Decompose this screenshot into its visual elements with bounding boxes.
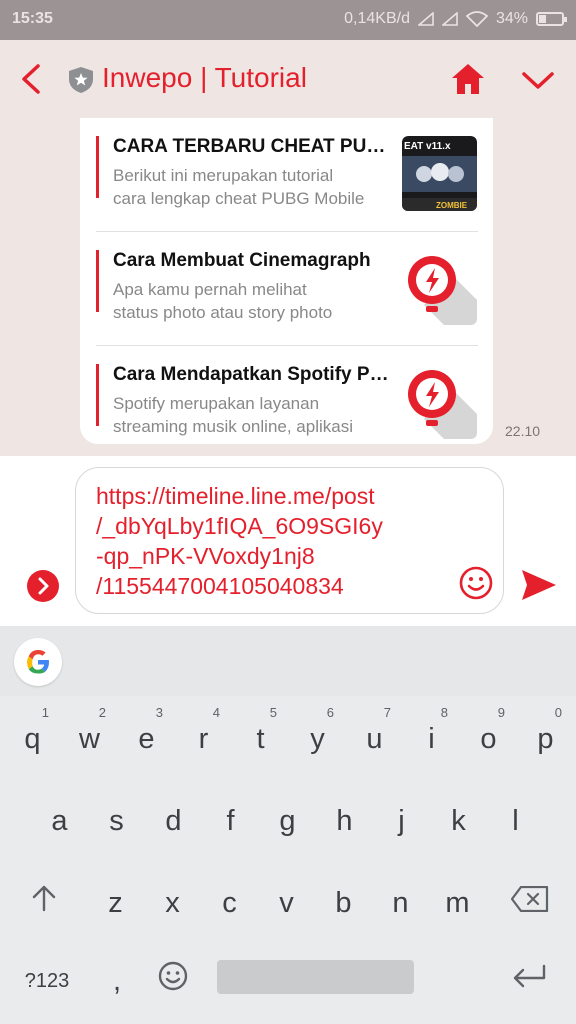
emoji-icon[interactable] (458, 565, 494, 601)
article-title: CARA TERBARU CHEAT PUBG MOBILE (113, 136, 391, 157)
official-shield-icon (69, 67, 93, 93)
key-hint: 2 (98, 705, 106, 720)
key-s[interactable]: s (88, 784, 145, 854)
article-description: Apa kamu pernah melihat status photo ata… (113, 280, 333, 322)
send-icon[interactable] (520, 566, 558, 604)
backspace-icon[interactable] (511, 886, 549, 912)
key-l[interactable]: l (487, 784, 544, 854)
key-y[interactable]: y6 (289, 702, 346, 772)
status-bar: 15:35 0,14KB/d 34% (0, 0, 576, 40)
svg-text:EAT v11.x: EAT v11.x (404, 141, 451, 152)
status-time: 15:35 (12, 10, 53, 27)
key-j[interactable]: j (373, 784, 430, 854)
article-description: Spotify merupakan layanan streaming musi… (113, 394, 353, 436)
enter-icon[interactable] (512, 964, 546, 988)
space-key[interactable] (217, 960, 414, 994)
key-hint: 4 (212, 705, 220, 720)
google-g-icon (27, 650, 49, 674)
expand-menu-button[interactable] (27, 570, 59, 602)
key-hint: 5 (269, 705, 277, 720)
wifi-icon (465, 11, 488, 27)
article-item[interactable]: Cara Membuat Cinemagraph Apa kamu pernah… (96, 232, 478, 346)
key-f[interactable]: f (202, 784, 259, 854)
chat-title: Inwepo | Tutorial (102, 62, 307, 93)
emoji-key-icon[interactable] (157, 960, 189, 992)
signal-icon (417, 12, 434, 26)
message-bubble: CARA TERBARU CHEAT PUBG MOBILE Berikut i… (80, 118, 493, 444)
battery-percent: 34% (495, 10, 528, 27)
key-n[interactable]: n (372, 866, 429, 936)
battery-icon (536, 12, 567, 26)
chat-header: Inwepo | Tutorial (0, 40, 576, 118)
key-i[interactable]: i8 (403, 702, 460, 772)
signal-icon (441, 12, 458, 26)
key-q[interactable]: q1 (4, 702, 61, 772)
network-speed: 0,14KB/d (344, 10, 410, 27)
svg-text:ZOMBIE: ZOMBIE (436, 201, 468, 210)
keyboard-suggestion-bar (0, 626, 576, 696)
key-k[interactable]: k (430, 784, 487, 854)
article-thumbnail: EAT v11.x ZOMBIE (402, 136, 477, 211)
key-p[interactable]: p0 (517, 702, 574, 772)
article-item[interactable]: CARA TERBARU CHEAT PUBG MOBILE Berikut i… (96, 118, 478, 232)
key-r[interactable]: r4 (175, 702, 232, 772)
message-composer: https://timeline.line.me/post /_dbYqLby1… (0, 456, 576, 626)
chat-area: CARA TERBARU CHEAT PUBG MOBILE Berikut i… (0, 118, 576, 456)
key-u[interactable]: u7 (346, 702, 403, 772)
key-o[interactable]: o9 (460, 702, 517, 772)
inwepo-logo-thumbnail (402, 364, 477, 439)
key-x[interactable]: x (144, 866, 201, 936)
home-icon[interactable] (450, 62, 486, 96)
inwepo-logo-thumbnail (402, 250, 477, 325)
key-e[interactable]: e3 (118, 702, 175, 772)
key-c[interactable]: c (201, 866, 258, 936)
comma-key[interactable]: , (92, 944, 142, 1014)
article-title: Cara Membuat Cinemagraph (113, 250, 371, 271)
key-hint: 9 (497, 705, 505, 720)
key-g[interactable]: g (259, 784, 316, 854)
key-d[interactable]: d (145, 784, 202, 854)
symbols-key[interactable]: ?123 (12, 944, 82, 1014)
key-hint: 1 (41, 705, 49, 720)
keyboard: q1w2e3r4t5y6u7i8o9p0 asdfghjkl zxcvbnm ?… (0, 696, 576, 1024)
message-input-text[interactable]: https://timeline.line.me/post /_dbYqLby1… (96, 481, 441, 601)
key-hint: 7 (383, 705, 391, 720)
key-v[interactable]: v (258, 866, 315, 936)
key-h[interactable]: h (316, 784, 373, 854)
key-z[interactable]: z (87, 866, 144, 936)
shift-icon[interactable] (30, 884, 58, 912)
chevron-down-icon[interactable] (520, 66, 556, 94)
key-m[interactable]: m (429, 866, 486, 936)
key-hint: 0 (554, 705, 562, 720)
key-t[interactable]: t5 (232, 702, 289, 772)
article-item[interactable]: Cara Mendapatkan Spotify Premium Spotify… (96, 346, 478, 456)
key-b[interactable]: b (315, 866, 372, 936)
article-description: Berikut ini merupakan tutorial cara leng… (113, 166, 365, 208)
key-w[interactable]: w2 (61, 702, 118, 772)
google-search-button[interactable] (14, 638, 62, 686)
chevron-right-icon (38, 577, 49, 595)
key-hint: 3 (155, 705, 163, 720)
message-timestamp: 22.10 (505, 423, 541, 439)
back-arrow-icon[interactable] (16, 62, 46, 96)
article-title: Cara Mendapatkan Spotify Premium (113, 364, 391, 385)
key-hint: 8 (440, 705, 448, 720)
message-input[interactable]: https://timeline.line.me/post /_dbYqLby1… (75, 467, 504, 614)
key-hint: 6 (326, 705, 334, 720)
